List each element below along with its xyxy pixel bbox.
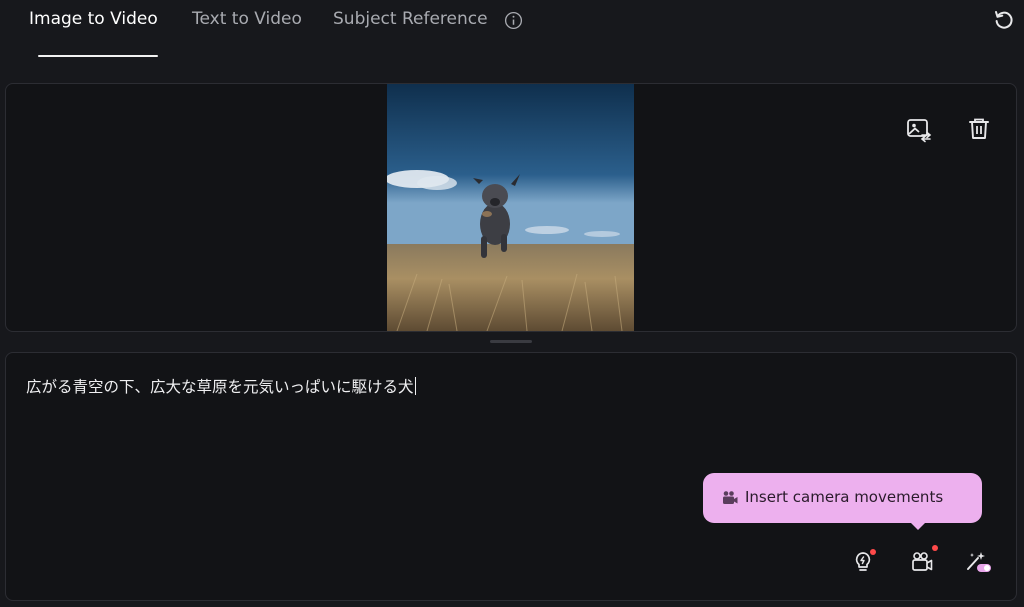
image-upload-panel: [5, 83, 1017, 332]
tab-text-to-video[interactable]: Text to Video: [192, 9, 302, 29]
active-tab-indicator: [38, 55, 158, 57]
prompt-input[interactable]: 広がる青空の下、広大な草原を元気いっぱいに駆ける犬: [26, 375, 416, 397]
camera-movements-tooltip: Insert camera movements: [703, 473, 982, 523]
text-caret: [414, 377, 416, 395]
notification-dot: [870, 549, 876, 555]
mode-tabs: Image to Video Text to Video Subject Ref…: [0, 0, 1024, 57]
tab-image-to-video[interactable]: Image to Video: [29, 9, 158, 29]
tab-subject-reference[interactable]: Subject Reference: [333, 9, 488, 29]
panel-resize-handle[interactable]: [490, 340, 532, 343]
prompt-enhance-button[interactable]: [964, 549, 991, 575]
tooltip-label: Insert camera movements: [745, 488, 944, 506]
notification-dot: [932, 545, 938, 551]
tooltip-arrow: [910, 522, 926, 530]
info-icon[interactable]: [504, 11, 523, 30]
inspiration-button[interactable]: [850, 549, 876, 575]
uploaded-image-preview: [387, 84, 634, 331]
video-camera-icon: [723, 491, 738, 504]
image-replace-icon[interactable]: [903, 114, 933, 144]
trash-icon[interactable]: [964, 114, 994, 144]
magic-wand-icon: [967, 552, 991, 572]
prompt-text: 広がる青空の下、広大な草原を元気いっぱいに駆ける犬: [26, 378, 414, 396]
video-camera-icon: [912, 552, 933, 571]
camera-movements-button[interactable]: [909, 545, 938, 575]
refresh-icon[interactable]: [992, 8, 1016, 32]
